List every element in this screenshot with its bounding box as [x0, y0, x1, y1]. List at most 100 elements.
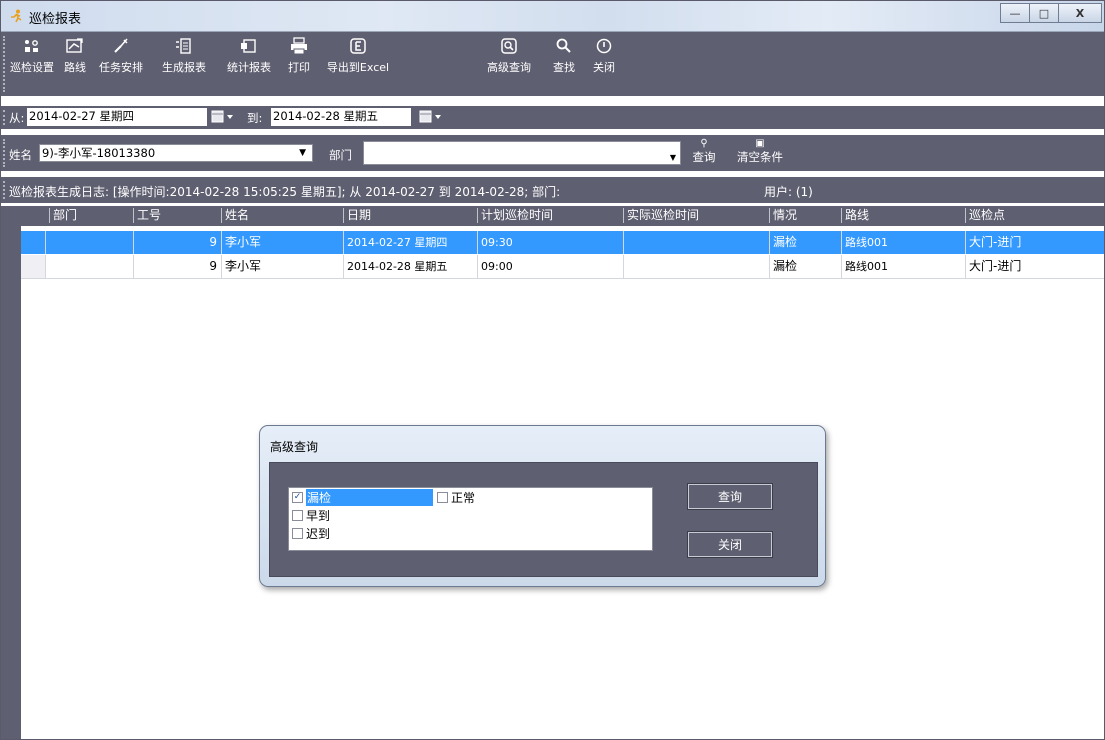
column-header[interactable]: 姓名 [221, 208, 249, 223]
option-label: 正常 [451, 491, 476, 505]
table-cell [624, 255, 770, 278]
calendar-icon [211, 110, 233, 123]
column-header[interactable]: 日期 [343, 208, 371, 223]
table-cell: 2014-02-27 星期四 [344, 231, 478, 254]
option-normal[interactable]: 正常 [437, 490, 475, 505]
from-calendar-dropdown[interactable] [211, 109, 237, 125]
column-header[interactable]: 计划巡检时间 [477, 208, 553, 223]
date-range-bar: 从: 2014-02-27 星期四 到: 2014-02-28 星期五 [1, 106, 1104, 129]
column-header[interactable]: 路线 [841, 208, 869, 223]
bar-grip[interactable] [3, 139, 8, 167]
toolbar-export-excel[interactable]: 导出到Excel [319, 36, 397, 75]
toolbar-label: 查找 [553, 61, 575, 74]
department-label: 部门 [329, 148, 352, 162]
toolbar-statistics[interactable]: 统计报表 [217, 36, 281, 75]
toolbar-route[interactable]: 路线 [61, 36, 89, 75]
patrol-settings-icon [22, 36, 42, 56]
toolbar-label: 巡检设置 [10, 61, 54, 74]
table-cell: 9 [134, 231, 222, 254]
clear-conditions-button[interactable]: ▣ 清空条件 [731, 138, 789, 165]
minimize-button[interactable]: — [1000, 3, 1030, 23]
chevron-down-icon: ▼ [299, 148, 306, 158]
dialog-query-button[interactable]: 查询 [687, 483, 773, 510]
table-cell [46, 231, 134, 254]
table-cell: 09:30 [478, 231, 624, 254]
option-missed[interactable]: ✓ 漏检 [292, 489, 433, 506]
table-cell [624, 231, 770, 254]
maximize-button[interactable]: □ [1029, 3, 1059, 23]
close-icon: X [1075, 6, 1085, 20]
toolbar-print[interactable]: 打印 [281, 36, 317, 75]
toolbar: 巡检设置 路线 任务安排 生成报表 统计报表 打印 导出到Excel 高级查询 [1, 32, 1104, 96]
statistics-icon [239, 36, 259, 56]
toolbar-task[interactable]: 任务安排 [93, 36, 149, 75]
bar-grip[interactable] [3, 181, 8, 199]
dialog-close-button[interactable]: 关闭 [687, 531, 773, 558]
row-selector[interactable] [21, 255, 46, 278]
minimize-icon: — [1009, 6, 1021, 20]
bar-grip[interactable] [3, 110, 8, 125]
name-select[interactable]: 9)-李小军-18013380 ▼ [39, 144, 313, 162]
filter-bar: 姓名 9)-李小军-18013380 ▼ 部门 ▼ ⚲ 查询 ▣ 清空条件 [1, 135, 1104, 171]
toolbar-advanced-search[interactable]: 高级查询 [479, 36, 539, 75]
to-date-field[interactable]: 2014-02-28 星期五 [271, 108, 411, 126]
to-calendar-dropdown[interactable] [419, 109, 445, 125]
toolbar-patrol-settings[interactable]: 巡检设置 [9, 36, 55, 75]
table-cell: 2014-02-28 星期五 [344, 255, 478, 278]
log-text: 巡检报表生成日志: [操作时间:2014-02-28 15:05:25 星期五]… [9, 185, 561, 199]
toolbar-close[interactable]: 关闭 [589, 36, 619, 75]
dialog-body: ✓ 漏检 正常 早到 迟到 查询 关闭 [269, 462, 818, 577]
close-button[interactable]: X [1058, 3, 1102, 23]
toolbar-label: 生成报表 [162, 61, 206, 74]
log-bar: 巡检报表生成日志: [操作时间:2014-02-28 15:05:25 星期五]… [1, 177, 1104, 203]
query-button-label: 查询 [692, 150, 716, 164]
checkbox-late[interactable] [292, 528, 303, 539]
maximize-icon: □ [1038, 6, 1050, 20]
printer-icon [289, 36, 309, 56]
checkbox-normal[interactable] [437, 492, 448, 503]
checkbox-missed[interactable]: ✓ [292, 492, 303, 503]
column-header[interactable]: 工号 [133, 208, 161, 223]
advanced-search-icon [499, 36, 519, 56]
table-cell: 大门-进门 [969, 259, 1022, 273]
row-selector[interactable] [21, 231, 46, 254]
toolbar-label: 统计报表 [227, 61, 271, 74]
table-cell: 李小军 [222, 255, 344, 278]
power-icon [594, 36, 614, 56]
option-early[interactable]: 早到 [292, 508, 330, 523]
table-cell: 路线001 [842, 255, 966, 278]
grid-header: 部门 工号 姓名 日期 计划巡检时间 实际巡检时间 情况 路线 巡检点 [21, 206, 1104, 226]
table-row[interactable]: 9 李小军 2014-02-28 星期五 09:00 漏检 路线001 大门-进… [21, 255, 1104, 279]
toolbar-label: 关闭 [593, 61, 615, 74]
query-button[interactable]: ⚲ 查询 [687, 138, 721, 165]
checkbox-early[interactable] [292, 510, 303, 521]
option-late[interactable]: 迟到 [292, 526, 330, 541]
title-bar[interactable]: 巡检报表 — □ X [1, 1, 1104, 32]
window-title: 巡检报表 [29, 12, 82, 27]
option-label: 迟到 [306, 527, 331, 541]
from-date-field[interactable]: 2014-02-27 星期四 [27, 108, 207, 126]
from-label: 从: [9, 111, 25, 125]
name-select-value: 9)-李小军-18013380 [42, 146, 156, 160]
status-option-list[interactable]: ✓ 漏检 正常 早到 迟到 [288, 487, 653, 551]
table-cell [46, 255, 134, 278]
toolbar-label: 导出到Excel [326, 61, 390, 74]
column-header[interactable]: 部门 [49, 208, 77, 223]
search-icon: ⚲ [700, 138, 708, 149]
department-select[interactable]: ▼ [363, 141, 681, 165]
toolbar-label: 任务安排 [99, 61, 143, 74]
column-header[interactable]: 实际巡检时间 [623, 208, 699, 223]
toolbar-label: 高级查询 [487, 61, 531, 74]
person-running-icon [9, 9, 23, 23]
table-cell: 漏检 [770, 255, 842, 278]
table-cell: 大门-进门 [969, 235, 1022, 249]
column-header[interactable]: 情况 [769, 208, 797, 223]
toolbar-grip[interactable] [3, 36, 8, 92]
column-header[interactable]: 巡检点 [965, 208, 1005, 223]
toolbar-find[interactable]: 查找 [549, 36, 579, 75]
table-cell: 李小军 [222, 231, 344, 254]
route-icon [65, 36, 85, 56]
toolbar-generate-report[interactable]: 生成报表 [151, 36, 217, 75]
name-label: 姓名 [9, 148, 32, 162]
table-row[interactable]: 9 李小军 2014-02-27 星期四 09:30 漏检 路线001 大门-进… [21, 231, 1104, 254]
